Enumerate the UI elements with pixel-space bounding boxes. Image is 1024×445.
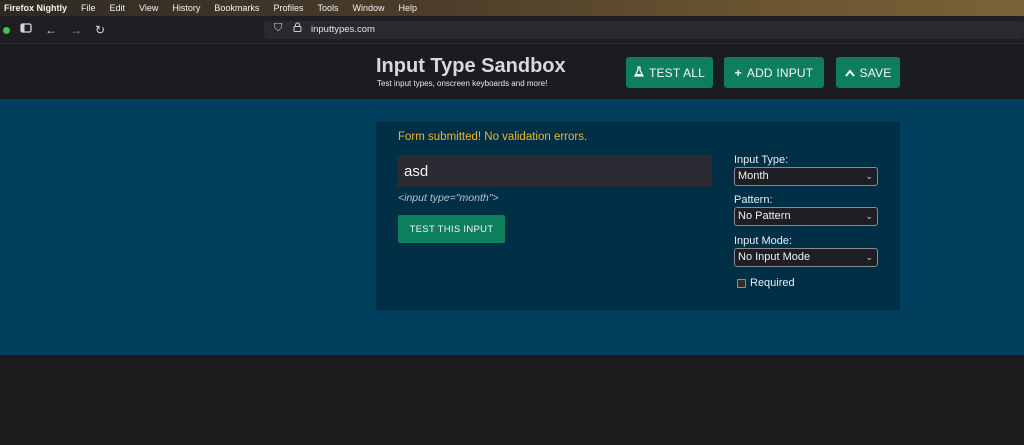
- url-text: inputtypes.com: [311, 24, 375, 35]
- menu-profiles[interactable]: Profiles: [266, 3, 310, 13]
- test-input[interactable]: [397, 155, 712, 187]
- shield-icon[interactable]: ⛉: [274, 22, 282, 35]
- add-input-button[interactable]: + ADD INPUT: [724, 57, 824, 88]
- required-field: Required: [737, 277, 795, 289]
- menu-window[interactable]: Window: [345, 3, 391, 13]
- page-title: Input Type Sandbox: [376, 55, 566, 77]
- reload-icon[interactable]: ↻: [95, 22, 105, 38]
- menu-tools[interactable]: Tools: [310, 3, 345, 13]
- input-type-label: Input Type:: [734, 154, 789, 166]
- add-input-label: ADD INPUT: [746, 65, 814, 80]
- menu-history[interactable]: History: [165, 3, 207, 13]
- pattern-value: No Pattern: [738, 210, 791, 222]
- menu-bookmarks[interactable]: Bookmarks: [207, 3, 266, 13]
- save-icon: [844, 66, 855, 80]
- chevron-down-icon: ⌄: [865, 252, 873, 262]
- input-type-value: Month: [738, 170, 769, 182]
- lock-icon[interactable]: [293, 22, 302, 35]
- url-bar[interactable]: ⛉ inputtypes.com: [264, 21, 1024, 39]
- sidebar-icon[interactable]: [20, 22, 32, 38]
- status-dot: [3, 27, 10, 34]
- required-label: Required: [750, 277, 795, 289]
- required-checkbox[interactable]: [737, 278, 746, 288]
- app-name[interactable]: Firefox Nightly: [0, 3, 74, 13]
- chevron-down-icon: ⌄: [865, 171, 873, 181]
- back-icon[interactable]: ←: [45, 22, 57, 38]
- test-this-input-button[interactable]: TEST THIS INPUT: [398, 215, 505, 243]
- input-mode-value: No Input Mode: [738, 251, 811, 263]
- submit-message: Form submitted! No validation errors.: [398, 131, 588, 143]
- page-subtitle: Test input types, onscreen keyboards and…: [377, 79, 548, 88]
- chevron-down-icon: ⌄: [865, 211, 873, 221]
- menu-help[interactable]: Help: [391, 3, 424, 13]
- pattern-select[interactable]: No Pattern ⌄: [734, 207, 878, 226]
- menu-bar: Firefox Nightly File Edit View History B…: [0, 0, 1024, 16]
- input-mode-label: Input Mode:: [734, 235, 793, 247]
- input-code-label: <input type="month">: [398, 192, 499, 204]
- menu-view[interactable]: View: [132, 3, 165, 13]
- test-all-label: TEST ALL: [648, 65, 706, 80]
- menu-edit[interactable]: Edit: [103, 3, 133, 13]
- plus-icon: +: [734, 65, 742, 80]
- input-type-select[interactable]: Month ⌄: [734, 167, 878, 186]
- save-button[interactable]: SAVE: [836, 57, 900, 88]
- input-mode-select[interactable]: No Input Mode ⌄: [734, 248, 878, 267]
- test-all-button[interactable]: TEST ALL: [626, 57, 713, 88]
- browser-toolbar: ← → ↻ ⛉ inputtypes.com: [0, 16, 1024, 44]
- pattern-label: Pattern:: [734, 194, 773, 206]
- save-label: SAVE: [859, 65, 892, 80]
- menu-file[interactable]: File: [74, 3, 103, 13]
- forward-icon[interactable]: →: [70, 22, 82, 38]
- flask-icon: [633, 65, 645, 80]
